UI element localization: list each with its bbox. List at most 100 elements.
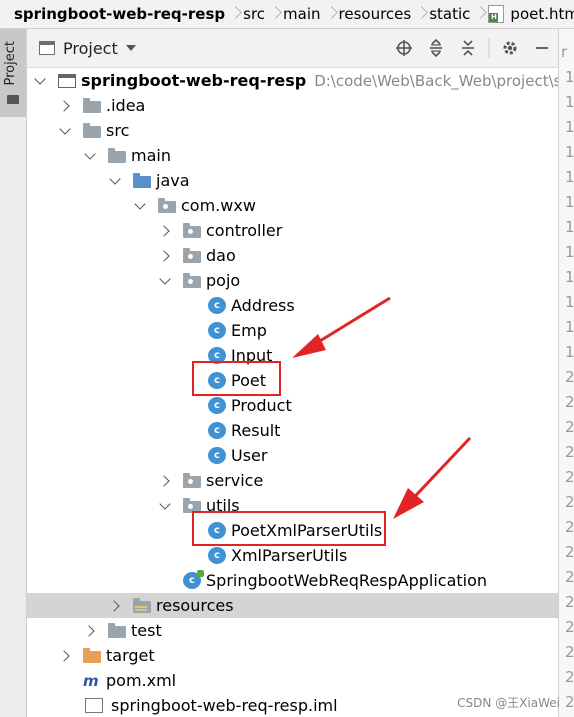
gutter-line-number: 1 [565, 168, 574, 186]
toolbar-divider [484, 29, 494, 67]
tree-row-src[interactable]: src [27, 118, 558, 143]
gutter-line-number: 2 [565, 368, 574, 386]
chevron-right-icon[interactable] [158, 249, 172, 263]
gutter-line-number: 2 [565, 443, 574, 461]
tree-item-label: controller [206, 221, 283, 240]
breadcrumb-item-file[interactable]: poet.html [476, 0, 574, 28]
package-icon [183, 473, 201, 488]
tree-row-java[interactable]: java [27, 168, 558, 193]
tree-row-address[interactable]: c Address [27, 293, 558, 318]
chevron-right-icon[interactable] [83, 624, 97, 638]
tree-row-user[interactable]: c User [27, 443, 558, 468]
gutter-line-number: 1 [565, 118, 574, 136]
tree-item-label: main [131, 146, 171, 165]
highlight-box-poet [192, 361, 281, 396]
gutter-line-number: 2 [565, 393, 574, 411]
project-tool-tab[interactable]: Project [0, 29, 26, 117]
tree-row-input[interactable]: c Input [27, 343, 558, 368]
tree-item-label: dao [206, 246, 236, 265]
panel-toolbar [388, 29, 558, 67]
chevron-down-icon[interactable] [33, 74, 47, 88]
locate-icon[interactable] [388, 29, 420, 67]
tree-row-test[interactable]: test [27, 618, 558, 643]
gutter-line-number: 1 [565, 343, 574, 361]
gutter-line-number: 2 [565, 618, 574, 636]
chevron-down-icon[interactable] [83, 149, 97, 163]
tree-row-dao[interactable]: dao [27, 243, 558, 268]
package-icon [183, 223, 201, 238]
minimize-icon[interactable] [526, 29, 558, 67]
html-file-icon [488, 5, 505, 23]
tree-row-pom-xml[interactable]: m pom.xml [27, 668, 558, 693]
breadcrumb-item-resources[interactable]: resources [327, 0, 418, 28]
watermark: CSDN @王XiaWei [457, 696, 560, 710]
tree-item-label: Emp [231, 321, 267, 340]
tree-row-target[interactable]: target [27, 643, 558, 668]
chevron-down-icon[interactable] [58, 124, 72, 138]
tree-row-springbootwebreqrespapplication[interactable]: c SpringbootWebReqRespApplication [27, 568, 558, 593]
module-path-hint: D:\code\Web\Back_Web\project\spring [314, 71, 558, 90]
chevron-right-icon[interactable] [58, 649, 72, 663]
tree-row-service[interactable]: service [27, 468, 558, 493]
chevron-right-icon[interactable] [158, 474, 172, 488]
tree-item-label: Address [231, 296, 295, 315]
chevron-down-icon[interactable] [108, 174, 122, 188]
tree-item-label: springboot-web-req-resp.iml [111, 696, 338, 715]
iml-file-icon [85, 698, 103, 713]
tree-item-label: target [106, 646, 155, 665]
expand-all-icon[interactable] [420, 29, 452, 67]
tree-item-label: Result [231, 421, 281, 440]
breadcrumb-item-project[interactable]: springboot-web-req-resp [0, 0, 231, 28]
gutter-line-number: 2 [565, 668, 574, 686]
breadcrumb: springboot-web-req-resp src main resourc… [0, 0, 574, 29]
gutter-line-number: 2 [565, 593, 574, 611]
gutter-line-number: 1 [565, 93, 574, 111]
chevron-down-icon[interactable] [125, 45, 136, 51]
tree-item-label: XmlParserUtils [231, 546, 348, 565]
tree-row-resources[interactable]: resources [27, 593, 558, 618]
tree-row-springboot-web-req-resp[interactable]: springboot-web-req-resp D:\code\Web\Back_… [27, 68, 558, 93]
folder-icon [83, 123, 101, 138]
project-tool-tab-label: Project [3, 41, 18, 86]
tree-item-label: src [106, 121, 130, 140]
gear-icon[interactable] [494, 29, 526, 67]
tree-row-emp[interactable]: c Emp [27, 318, 558, 343]
gutter-line-number: 2 [565, 418, 574, 436]
package-icon [183, 248, 201, 263]
tree-row-xmlparserutils[interactable]: c XmlParserUtils [27, 543, 558, 568]
chevron-right-icon[interactable] [108, 599, 122, 613]
tree-item-label: resources [156, 596, 234, 615]
tree-row-pojo[interactable]: pojo [27, 268, 558, 293]
package-icon [158, 198, 176, 213]
gutter-line-number: 2 [565, 568, 574, 586]
project-icon [39, 41, 55, 55]
tree-row-idea[interactable]: .idea [27, 93, 558, 118]
source-folder-icon [133, 173, 151, 188]
tree-item-label: .idea [106, 96, 146, 115]
tree-row-result[interactable]: c Result [27, 418, 558, 443]
chevron-right-icon[interactable] [58, 99, 72, 113]
collapse-all-icon[interactable] [452, 29, 484, 67]
package-icon [183, 273, 201, 288]
excluded-folder-icon [83, 648, 101, 663]
gutter-line-number: 2 [565, 543, 574, 561]
tree-item-label: pom.xml [106, 671, 177, 690]
tree-item-label: pojo [206, 271, 241, 290]
gutter-line-number: 1 [565, 243, 574, 261]
resources-folder-icon [133, 598, 151, 613]
tree-row-product[interactable]: c Product [27, 393, 558, 418]
gutter-line-number: 2 [565, 493, 574, 511]
tree-row-poet[interactable]: c Poet [27, 368, 558, 393]
tree-row-com-wxw[interactable]: com.wxw [27, 193, 558, 218]
folder-icon [108, 148, 126, 163]
tree-item-label: service [206, 471, 264, 490]
tree-item-label: SpringbootWebReqRespApplication [206, 571, 488, 590]
panel-title[interactable]: Project [63, 39, 118, 58]
chevron-down-icon[interactable] [133, 199, 147, 213]
tree-row-controller[interactable]: controller [27, 218, 558, 243]
chevron-down-icon[interactable] [158, 499, 172, 513]
chevron-down-icon[interactable] [158, 274, 172, 288]
chevron-right-icon[interactable] [158, 224, 172, 238]
gutter-line-number: 1 [565, 218, 574, 236]
tree-row-main[interactable]: main [27, 143, 558, 168]
